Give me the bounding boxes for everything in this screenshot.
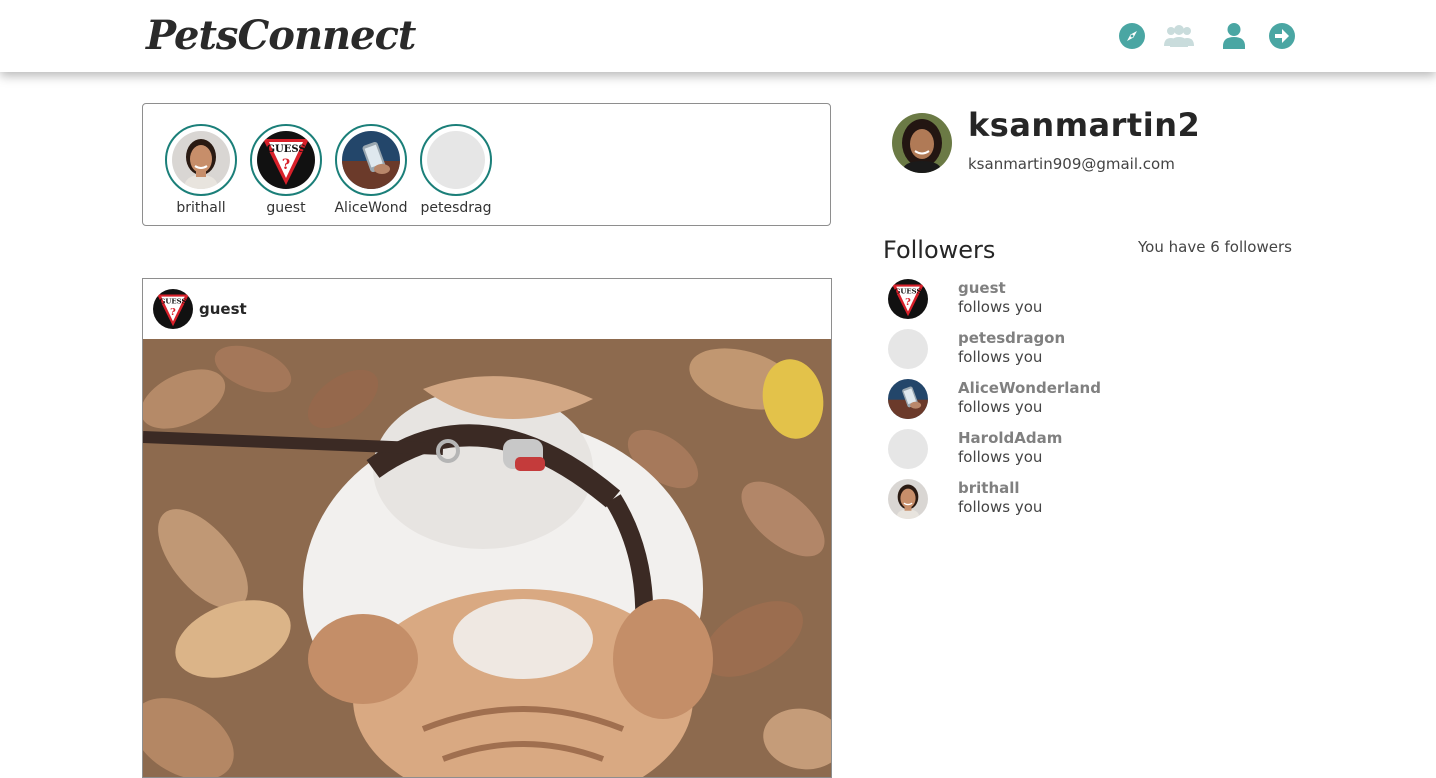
follower-username[interactable]: AliceWonderland [958, 379, 1101, 397]
story-username: brithall [176, 200, 226, 216]
story-ring [165, 124, 237, 196]
follower-username[interactable]: guest [958, 279, 1006, 297]
story-item[interactable]: brithall [163, 124, 239, 216]
follower-item[interactable]: AliceWonderland follows you [888, 379, 1288, 423]
post-photo[interactable] [143, 339, 831, 777]
story-item[interactable]: AliceWond [333, 124, 409, 216]
follower-status: follows you [958, 398, 1043, 416]
follower-status: follows you [958, 348, 1043, 366]
avatar[interactable] [888, 379, 928, 419]
story-username: AliceWond [334, 200, 408, 216]
follower-status: follows you [958, 498, 1043, 516]
follower-username[interactable]: HaroldAdam [958, 429, 1062, 447]
avatar [172, 131, 230, 189]
story-ring [420, 124, 492, 196]
svg-text:GUESS: GUESS [895, 287, 922, 295]
follower-item[interactable]: petesdragon follows you [888, 329, 1288, 373]
user-icon[interactable] [1220, 22, 1248, 50]
top-navbar: PetsConnect [0, 0, 1436, 72]
avatar-placeholder [427, 131, 485, 189]
follower-item[interactable]: GUESS ? guest follows you [888, 279, 1288, 323]
follower-status: follows you [958, 448, 1043, 466]
profile-email: ksanmartin909@gmail.com [968, 155, 1175, 173]
avatar-placeholder[interactable] [888, 329, 928, 369]
svg-text:?: ? [170, 307, 176, 318]
stories-bar: brithall GUESS ? guest AliceWond petesdr… [142, 103, 831, 226]
story-username: guest [266, 200, 306, 216]
post-header: GUESS ? guest [143, 279, 831, 339]
followers-count: You have 6 followers [1138, 238, 1292, 256]
avatar: GUESS ? [257, 131, 315, 189]
avatar[interactable]: GUESS ? [153, 289, 193, 329]
svg-text:GUESS: GUESS [266, 144, 305, 155]
follower-item[interactable]: HaroldAdam follows you [888, 429, 1288, 473]
story-username: petesdrag [420, 200, 492, 216]
story-ring [335, 124, 407, 196]
avatar-placeholder[interactable] [888, 429, 928, 469]
story-item[interactable]: petesdrag [418, 124, 494, 216]
logout-icon[interactable] [1268, 22, 1296, 50]
follower-username[interactable]: brithall [958, 479, 1020, 497]
follower-status: follows you [958, 298, 1043, 316]
post-card: GUESS ? guest [142, 278, 832, 778]
follower-item[interactable]: brithall follows you [888, 479, 1288, 523]
follower-username[interactable]: petesdragon [958, 329, 1065, 347]
avatar[interactable] [888, 479, 928, 519]
profile-avatar[interactable] [892, 113, 952, 173]
avatar [342, 131, 400, 189]
people-icon[interactable] [1162, 22, 1196, 50]
story-item[interactable]: GUESS ? guest [248, 124, 324, 216]
compass-icon[interactable] [1118, 22, 1146, 50]
followers-heading: Followers [883, 236, 996, 264]
svg-text:?: ? [282, 157, 290, 173]
profile-username: ksanmartin2 [968, 106, 1201, 144]
svg-text:?: ? [905, 297, 911, 308]
svg-text:GUESS: GUESS [160, 297, 187, 305]
story-ring: GUESS ? [250, 124, 322, 196]
app-logo[interactable]: PetsConnect [146, 8, 416, 64]
post-username[interactable]: guest [199, 300, 247, 318]
avatar[interactable]: GUESS ? [888, 279, 928, 319]
